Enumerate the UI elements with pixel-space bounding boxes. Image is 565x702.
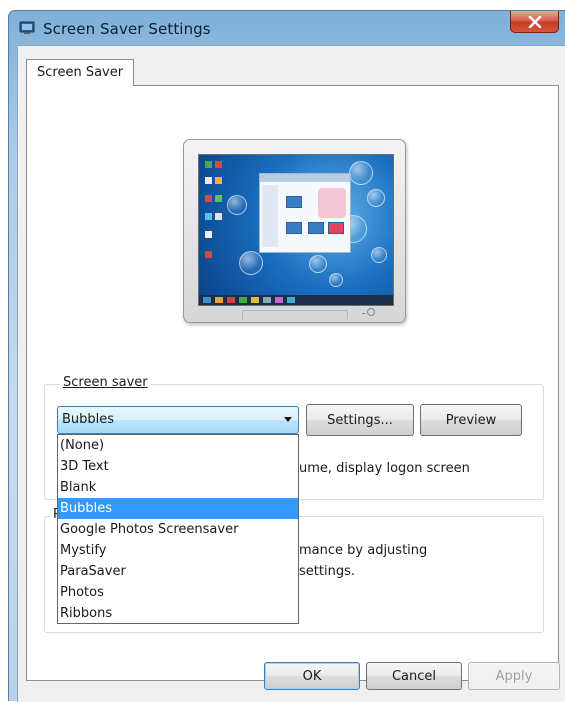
ok-button[interactable]: OK	[264, 662, 360, 690]
option-google-photos-screensaver[interactable]: Google Photos Screensaver	[58, 519, 298, 540]
window-title: Screen Saver Settings	[43, 20, 211, 38]
monitor-preview-icon	[183, 139, 406, 323]
screen-saver-app-icon	[19, 21, 35, 34]
preview-screen	[198, 154, 394, 306]
close-button[interactable]	[510, 11, 559, 33]
option-none[interactable]: (None)	[58, 435, 298, 456]
option-bubbles[interactable]: Bubbles	[58, 498, 298, 519]
title-bar[interactable]: Screen Saver Settings	[9, 11, 565, 45]
resume-logon-text: ume, display logon screen	[299, 461, 470, 476]
option-3d-text[interactable]: 3D Text	[58, 456, 298, 477]
screen-saver-group-label: Screen saver	[60, 375, 151, 390]
option-mystify[interactable]: Mystify	[58, 540, 298, 561]
screen-saver-options-list: (None) 3D Text Blank Bubbles Google Phot…	[57, 434, 299, 624]
settings-button[interactable]: Settings...	[306, 404, 414, 436]
apply-button[interactable]: Apply	[468, 662, 560, 690]
cancel-button[interactable]: Cancel	[366, 662, 462, 690]
power-text-line2: settings.	[299, 564, 355, 579]
screen-saver-selected-value: Bubbles	[62, 412, 115, 427]
power-text-line1: mance by adjusting	[299, 543, 428, 558]
dropdown-arrow-icon	[284, 417, 292, 422]
screen-saver-dropdown[interactable]: Bubbles	[57, 406, 299, 434]
option-parasaver[interactable]: ParaSaver	[58, 561, 298, 582]
close-icon	[528, 15, 541, 28]
option-photos[interactable]: Photos	[58, 582, 298, 603]
option-blank[interactable]: Blank	[58, 477, 298, 498]
preview-button[interactable]: Preview	[420, 404, 522, 436]
tab-screen-saver[interactable]: Screen Saver	[26, 59, 135, 86]
option-ribbons[interactable]: Ribbons	[58, 603, 298, 624]
